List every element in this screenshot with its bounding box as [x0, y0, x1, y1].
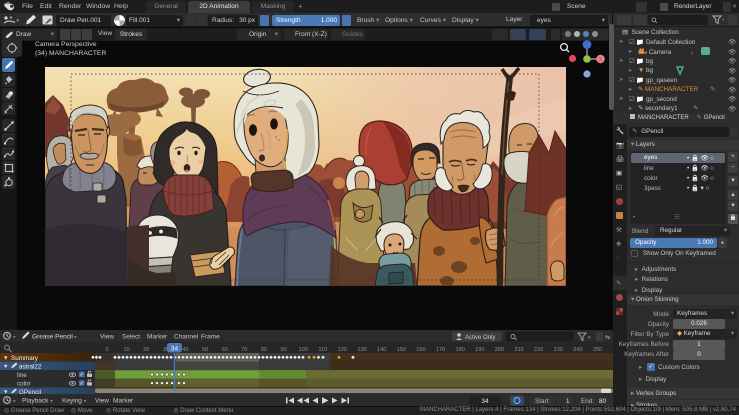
svg-text:190: 190 [475, 347, 484, 353]
svg-text:240: 240 [573, 347, 582, 353]
svg-text:220: 220 [534, 347, 543, 353]
svg-text:180: 180 [456, 347, 465, 353]
svg-text:10: 10 [123, 347, 129, 353]
svg-text:View: View [95, 398, 109, 405]
svg-text:130: 130 [357, 347, 366, 353]
svg-text:100: 100 [299, 347, 308, 353]
svg-text:✓: ✓ [80, 372, 84, 378]
svg-text:90: 90 [280, 347, 286, 353]
svg-text:line: line [17, 372, 27, 379]
svg-text:120: 120 [338, 347, 347, 353]
svg-text:0: 0 [105, 347, 108, 353]
svg-text:60: 60 [222, 347, 228, 353]
svg-text:Frame: Frame [201, 334, 220, 341]
svg-text:Marker: Marker [113, 398, 134, 405]
svg-text:150: 150 [397, 347, 406, 353]
svg-text:70: 70 [241, 347, 247, 353]
svg-text:160: 160 [416, 347, 425, 353]
svg-text:▼: ▼ [3, 364, 8, 370]
svg-text:170: 170 [436, 347, 445, 353]
svg-text:View: View [100, 334, 114, 341]
svg-text:color: color [17, 380, 31, 387]
svg-text:110: 110 [318, 347, 327, 353]
svg-text:230: 230 [554, 347, 563, 353]
svg-text:Marker: Marker [147, 334, 168, 341]
svg-text:X: X [598, 58, 602, 64]
svg-text:▼: ▼ [3, 356, 8, 362]
svg-text:1: 1 [566, 398, 570, 405]
svg-text:End:: End: [581, 398, 594, 405]
svg-text:250: 250 [593, 347, 602, 353]
svg-text:50: 50 [202, 347, 208, 353]
svg-text:astral22: astral22 [19, 363, 42, 370]
svg-text:Start:: Start: [535, 398, 550, 405]
svg-text:140: 140 [377, 347, 386, 353]
svg-text:40: 40 [182, 347, 188, 353]
svg-text:Summary: Summary [11, 355, 39, 362]
svg-text:Keying ▾: Keying ▾ [62, 398, 87, 405]
svg-text:20: 20 [143, 347, 149, 353]
svg-text:34: 34 [171, 346, 179, 353]
svg-text:210: 210 [514, 347, 523, 353]
svg-text:80: 80 [599, 398, 607, 405]
svg-text:Select: Select [122, 334, 140, 341]
svg-text:✓: ✓ [80, 381, 84, 387]
svg-text:Playback ▾: Playback ▾ [22, 398, 53, 405]
svg-text:↹: ↹ [605, 334, 610, 341]
svg-text:34: 34 [481, 398, 489, 405]
svg-text:200: 200 [495, 347, 504, 353]
svg-text:Channel: Channel [174, 334, 199, 341]
svg-text:Grease Pencil: Grease Pencil [32, 334, 73, 341]
svg-text:Active Only: Active Only [465, 335, 495, 341]
svg-text:80: 80 [261, 347, 267, 353]
